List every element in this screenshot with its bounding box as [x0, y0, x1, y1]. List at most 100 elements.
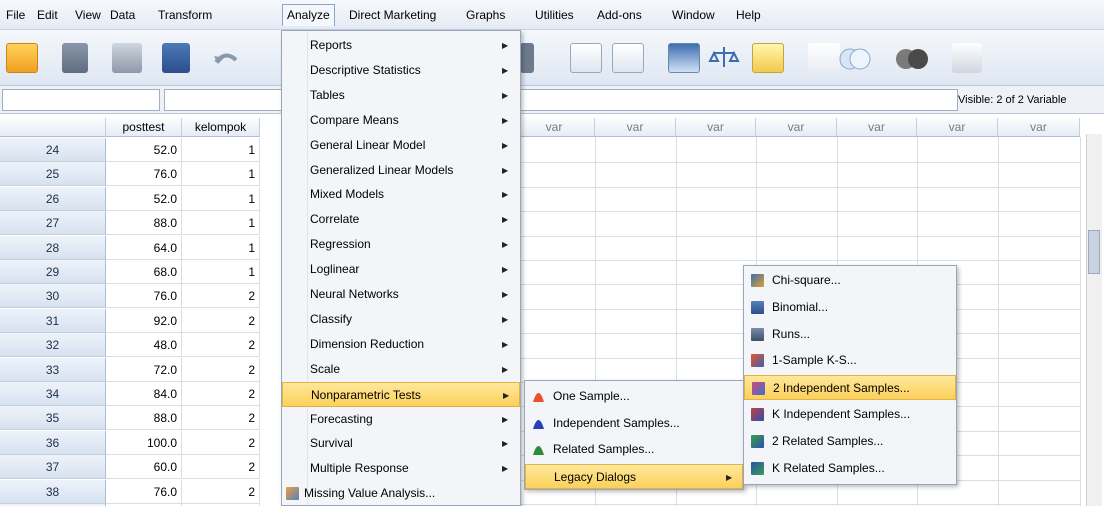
- menu-item-loglinear[interactable]: Loglinear ▶: [282, 257, 520, 282]
- cell-posttest[interactable]: 52.0: [106, 187, 182, 211]
- menu-data[interactable]: Data: [110, 8, 135, 22]
- cell-kelompok[interactable]: 2: [182, 309, 260, 333]
- menu-item-neural-networks[interactable]: Neural Networks ▶: [282, 282, 520, 307]
- menu-analyze[interactable]: Analyze: [282, 4, 335, 26]
- menu-item-k-related-samples[interactable]: K Related Samples...: [744, 456, 956, 481]
- cell-posttest[interactable]: 92.0: [106, 309, 182, 333]
- menu-file[interactable]: File: [6, 8, 25, 22]
- menu-item-correlate[interactable]: Correlate ▶: [282, 207, 520, 232]
- cell-kelompok[interactable]: 1: [182, 211, 260, 235]
- menu-item-related-samples[interactable]: Related Samples...: [525, 437, 743, 462]
- column-header-var[interactable]: var: [837, 118, 917, 137]
- cell-kelompok[interactable]: 2: [182, 382, 260, 406]
- split-file-icon[interactable]: [570, 43, 602, 73]
- use-sets-icon[interactable]: [808, 43, 840, 73]
- column-header-var[interactable]: var: [917, 118, 998, 137]
- menu-item-nonparametric-tests[interactable]: Nonparametric Tests ▶: [282, 381, 520, 407]
- menu-item-generalized-linear-models[interactable]: Generalized Linear Models ▶: [282, 158, 520, 183]
- cell-kelompok[interactable]: 1: [182, 138, 260, 162]
- menu-item-survival[interactable]: Survival ▶: [282, 431, 520, 456]
- menu-item-general-linear-model[interactable]: General Linear Model ▶: [282, 133, 520, 158]
- menu-item-forecasting[interactable]: Forecasting ▶: [282, 407, 520, 432]
- column-header-kelompok[interactable]: kelompok: [182, 118, 260, 137]
- dialog-recall-icon[interactable]: [162, 43, 190, 73]
- menu-help[interactable]: Help: [736, 8, 761, 22]
- menu-item-multiple-response[interactable]: Multiple Response ▶: [282, 456, 520, 481]
- menu-item-classify[interactable]: Classify ▶: [282, 307, 520, 332]
- menu-transform[interactable]: Transform: [158, 8, 212, 22]
- menu-item-2-related-samples[interactable]: 2 Related Samples...: [744, 429, 956, 454]
- menu-window[interactable]: Window: [672, 8, 715, 22]
- menu-edit[interactable]: Edit: [37, 8, 58, 22]
- menu-graphs[interactable]: Graphs: [466, 8, 505, 22]
- cell-posttest[interactable]: 48.0: [106, 333, 182, 357]
- menu-utilities[interactable]: Utilities: [535, 8, 574, 22]
- cell-kelompok[interactable]: 1: [182, 260, 260, 284]
- row-number[interactable]: 33: [0, 358, 106, 382]
- cell-posttest[interactable]: 88.0: [106, 211, 182, 235]
- menu-item-independent-samples[interactable]: Independent Samples...: [525, 411, 743, 436]
- goto-case-icon[interactable]: [520, 43, 534, 73]
- cell-kelompok[interactable]: 2: [182, 480, 260, 504]
- open-folder-icon[interactable]: [6, 43, 38, 73]
- column-header-posttest[interactable]: posttest: [106, 118, 182, 137]
- cell-kelompok[interactable]: 2: [182, 333, 260, 357]
- menu-item-legacy-dialogs[interactable]: Legacy Dialogs ▶: [525, 463, 743, 489]
- menu-item-tables[interactable]: Tables ▶: [282, 83, 520, 108]
- row-number[interactable]: 35: [0, 406, 106, 430]
- column-header-var[interactable]: var: [514, 118, 595, 137]
- cell-posttest[interactable]: 100.0: [106, 431, 182, 455]
- cell-posttest[interactable]: 76.0: [106, 284, 182, 308]
- row-number[interactable]: 29: [0, 260, 106, 284]
- row-number[interactable]: 24: [0, 138, 106, 162]
- menu-item-mixed-models[interactable]: Mixed Models ▶: [282, 182, 520, 207]
- save-icon[interactable]: [62, 43, 88, 73]
- cell-kelompok[interactable]: 2: [182, 431, 260, 455]
- menu-item-2-independent-samples[interactable]: 2 Independent Samples...: [744, 375, 956, 401]
- scale-icon[interactable]: [708, 43, 740, 73]
- cell-posttest[interactable]: 88.0: [106, 406, 182, 430]
- undo-icon[interactable]: [212, 48, 240, 70]
- cell-posttest[interactable]: 64.0: [106, 236, 182, 260]
- menu-direct-marketing[interactable]: Direct Marketing: [349, 8, 436, 22]
- row-number[interactable]: 36: [0, 431, 106, 455]
- menu-item-regression[interactable]: Regression ▶: [282, 232, 520, 257]
- row-number[interactable]: 34: [0, 382, 106, 406]
- menu-item-chi-square[interactable]: Chi-square...: [744, 268, 956, 293]
- cell-kelompok[interactable]: 2: [182, 358, 260, 382]
- designate-window-icon[interactable]: [896, 43, 930, 73]
- cell-kelompok[interactable]: 1: [182, 187, 260, 211]
- cell-posttest[interactable]: 76.0: [106, 162, 182, 186]
- cell-posttest[interactable]: 68.0: [106, 260, 182, 284]
- menu-item-one-sample[interactable]: One Sample...: [525, 384, 743, 409]
- menu-item-compare-means[interactable]: Compare Means ▶: [282, 108, 520, 133]
- cell-posttest[interactable]: 84.0: [106, 382, 182, 406]
- weight-cases-icon[interactable]: [668, 43, 700, 73]
- row-number[interactable]: 27: [0, 211, 106, 235]
- column-header-var[interactable]: var: [676, 118, 756, 137]
- cell-posttest[interactable]: 60.0: [106, 455, 182, 479]
- row-number[interactable]: 37: [0, 455, 106, 479]
- spell-check-icon[interactable]: [952, 43, 982, 73]
- menu-item-missing-value-analysis[interactable]: Missing Value Analysis...: [282, 481, 520, 506]
- menu-view[interactable]: View: [75, 8, 101, 22]
- cell-posttest[interactable]: 52.0: [106, 138, 182, 162]
- show-all-variables-icon[interactable]: [838, 43, 872, 73]
- row-number[interactable]: 28: [0, 236, 106, 260]
- select-cases-icon[interactable]: [612, 43, 644, 73]
- cell-kelompok[interactable]: 2: [182, 284, 260, 308]
- menu-item-scale[interactable]: Scale ▶: [282, 357, 520, 382]
- cell-kelompok[interactable]: 2: [182, 406, 260, 430]
- print-icon[interactable]: [112, 43, 142, 73]
- cell-posttest[interactable]: 72.0: [106, 358, 182, 382]
- cell-posttest[interactable]: 76.0: [106, 480, 182, 504]
- cell-kelompok[interactable]: 1: [182, 162, 260, 186]
- row-number[interactable]: 38: [0, 480, 106, 504]
- menu-item-k-independent-samples[interactable]: K Independent Samples...: [744, 402, 956, 427]
- menu-item-dimension-reduction[interactable]: Dimension Reduction ▶: [282, 332, 520, 357]
- row-number[interactable]: 31: [0, 309, 106, 333]
- row-number[interactable]: 25: [0, 162, 106, 186]
- cell-kelompok[interactable]: 1: [182, 236, 260, 260]
- row-number[interactable]: 26: [0, 187, 106, 211]
- value-labels-icon[interactable]: [752, 43, 784, 73]
